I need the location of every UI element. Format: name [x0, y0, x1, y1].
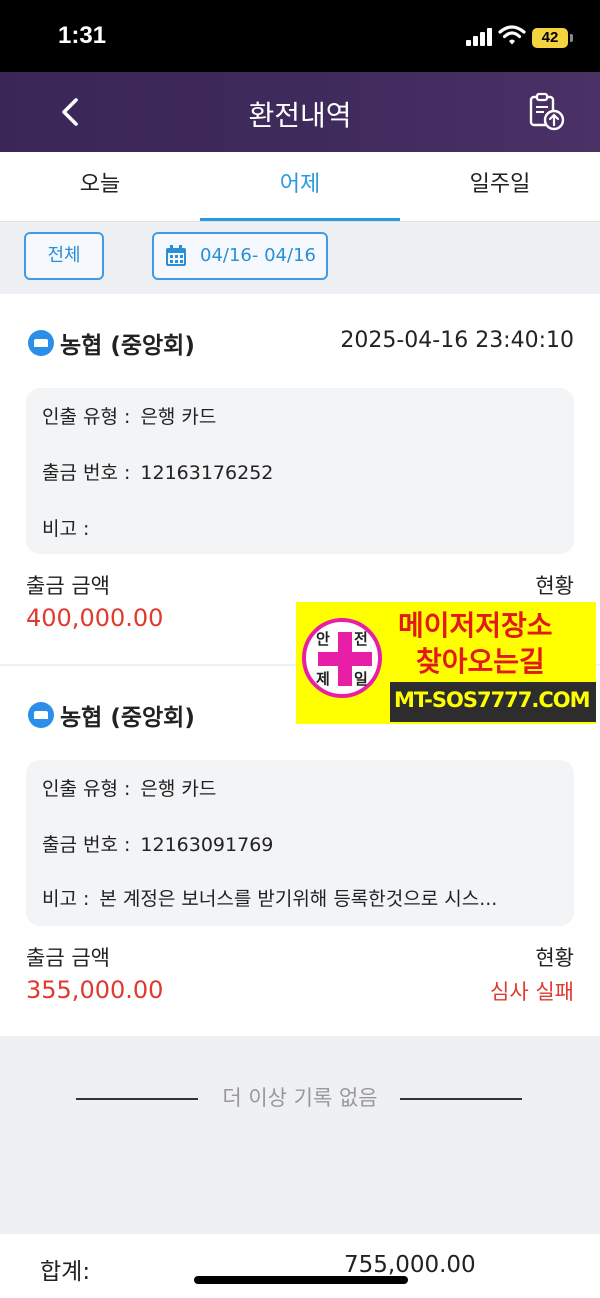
note-row: 비고 : [42, 518, 90, 540]
detail-box: 인출 유형 : 은행 카드 출금 번호 :12163091769 비고 :본 계정… [26, 760, 574, 926]
divider-right [400, 1098, 522, 1100]
total-value: 755,000.00 [344, 1252, 476, 1278]
wifi-icon [498, 25, 526, 45]
amount-value: 355,000.00 [26, 976, 164, 1004]
filter-all-button[interactable]: 전체 [24, 232, 104, 280]
status-label: 현황 [535, 946, 574, 970]
ad-url: MT-SOS7777.COM [390, 682, 596, 722]
filter-bar: 전체 04/16- 04/16 [0, 222, 600, 294]
note-row: 비고 :본 계정은 보너스를 받기위해 등록한것으로 시스... [42, 888, 498, 910]
bank-icon [28, 330, 54, 356]
no-more-text: 더 이상 기록 없음 [222, 1086, 378, 1110]
withdraw-type-row: 인출 유형 : 은행 카드 [42, 406, 217, 428]
record-datetime: 2025-04-16 23:40:10 [340, 328, 574, 353]
ad-banner[interactable]: 안 전 제 일 메이저저장소 찾아오는길 MT-SOS7777.COM [296, 602, 596, 724]
tab-today[interactable]: 오늘 [0, 152, 200, 222]
withdraw-number-row: 출금 번호 :12163091769 [42, 834, 274, 856]
withdraw-number-row: 출금 번호 :12163176252 [42, 462, 274, 484]
total-footer: 합계: 755,000.00 [0, 1234, 600, 1298]
ad-title-line2: 찾아오는길 [416, 645, 545, 678]
status-label: 현황 [535, 574, 574, 598]
ad-title-line1: 메이저저장소 [398, 609, 553, 642]
calendar-icon [166, 245, 186, 266]
ad-logo: 안 전 제 일 [302, 618, 382, 698]
amount-label: 출금 금액 [26, 574, 110, 598]
home-indicator[interactable] [194, 1276, 408, 1284]
date-tabs: 오늘 어제 일주일 [0, 152, 600, 222]
page-title: 환전내역 [248, 99, 352, 132]
status-time: 1:31 [58, 22, 107, 49]
status-value: 심사 실패 [490, 980, 574, 1004]
battery-icon: 42 [532, 28, 573, 48]
tab-yesterday[interactable]: 어제 [200, 152, 400, 222]
bank-name: 농협 (중앙회) [60, 333, 195, 359]
date-range-text: 04/16- 04/16 [200, 245, 316, 266]
signal-icon [466, 28, 492, 46]
bank-row: 농협 (중앙회) [28, 698, 328, 734]
total-label: 합계: [40, 1259, 91, 1285]
amount-label: 출금 금액 [26, 946, 110, 970]
bank-icon [28, 702, 54, 728]
date-range-button[interactable]: 04/16- 04/16 [152, 232, 328, 280]
clipboard-export-icon[interactable] [524, 90, 568, 134]
detail-box: 인출 유형 : 은행 카드 출금 번호 :12163176252 비고 : [26, 388, 574, 554]
bank-name: 농협 (중앙회) [60, 705, 195, 731]
amount-value: 400,000.00 [26, 604, 164, 632]
active-tab-indicator [200, 218, 400, 221]
tab-week[interactable]: 일주일 [400, 152, 600, 222]
nav-bar: 환전내역 [0, 72, 600, 152]
bank-row: 농협 (중앙회) [28, 326, 328, 362]
status-bar: 1:31 42 [0, 0, 600, 72]
withdraw-type-row: 인출 유형 : 은행 카드 [42, 778, 217, 800]
